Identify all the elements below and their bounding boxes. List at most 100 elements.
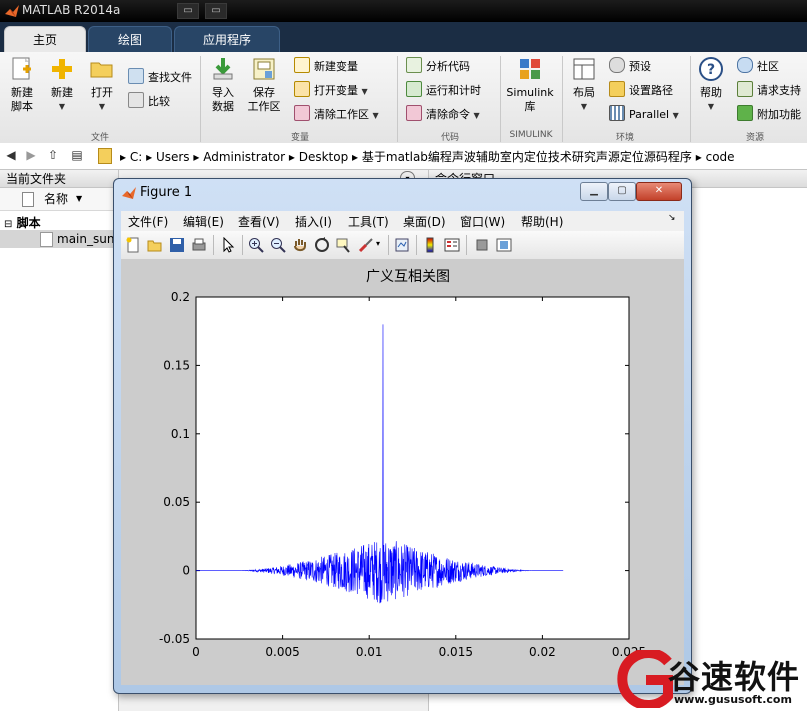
clear-workspace-icon	[294, 105, 310, 121]
new-button[interactable]: 新建 ▼	[44, 56, 80, 114]
group-label-code: 代码	[440, 133, 459, 143]
find-files-button[interactable]: 查找文件	[128, 68, 192, 86]
rotate-3d-icon[interactable]	[314, 237, 330, 253]
community-button[interactable]: 社区	[737, 57, 779, 75]
breadcrumb: ▸ C: ▸ Users ▸ Administrator ▸ Desktop ▸…	[120, 150, 735, 164]
new-figure-icon[interactable]	[125, 237, 141, 253]
open-button[interactable]: 打开 ▼	[84, 56, 120, 114]
zoom-in-icon[interactable]	[248, 237, 264, 253]
group-separator	[562, 56, 563, 142]
add-ons-button[interactable]: 附加功能	[737, 105, 801, 123]
close-button[interactable]: ✕	[636, 182, 682, 201]
menu-help[interactable]: 帮助(H)	[521, 213, 563, 230]
breadcrumb-segment[interactable]: C:	[130, 150, 142, 164]
plus-icon	[49, 56, 75, 82]
y-tick-label: 0.2	[171, 290, 190, 304]
request-support-button[interactable]: 请求支持	[737, 81, 801, 99]
layout-icon	[571, 56, 597, 82]
preferences-button[interactable]: 预设	[609, 57, 651, 75]
menu-window[interactable]: 窗口(W)	[460, 213, 505, 230]
y-tick-label: -0.05	[159, 632, 190, 646]
request-support-icon	[737, 81, 753, 97]
menu-file[interactable]: 文件(F)	[128, 213, 168, 230]
breadcrumb-segment[interactable]: Users	[156, 150, 190, 164]
run-and-time-icon	[406, 81, 422, 97]
zoom-out-icon[interactable]	[270, 237, 286, 253]
breadcrumb-segment[interactable]: 基于matlab编程声波辅助室内定位技术研究声源定位源码程序	[362, 150, 692, 164]
menu-view[interactable]: 查看(V)	[238, 213, 280, 230]
analyze-code-button[interactable]: 分析代码	[406, 57, 470, 75]
plot[interactable]: 广义互相关图 0 0.005 0.01 0.015 0.02 0.025-0.0500.0…	[121, 259, 684, 685]
run-and-time-button[interactable]: 运行和计时	[406, 81, 481, 99]
column-name[interactable]: 名称	[44, 188, 68, 210]
data-cursor-icon[interactable]	[336, 237, 352, 253]
pan-hand-icon[interactable]	[292, 237, 308, 253]
matlab-logo-icon	[122, 187, 136, 199]
x-tick-label: 0.005	[265, 645, 299, 659]
parallel-button[interactable]: Parallel ▼	[609, 105, 679, 123]
save-icon[interactable]	[169, 237, 185, 253]
menu-desktop[interactable]: 桌面(D)	[403, 213, 446, 230]
toolbar-separator	[466, 235, 467, 255]
brush-dropdown-icon[interactable]: ▾	[376, 239, 380, 248]
clear-commands-button[interactable]: 清除命令 ▼	[406, 105, 480, 123]
group-label-file: 文件	[90, 133, 109, 143]
window-icon[interactable]: ▭	[177, 3, 199, 19]
collapse-icon[interactable]: ⊟	[4, 219, 12, 230]
app-titlebar: MATLAB R2014a ▭ ▭	[0, 0, 807, 22]
clear-workspace-button[interactable]: 清除工作区 ▼	[294, 105, 379, 123]
compare-button[interactable]: 比较	[128, 92, 170, 110]
save-workspace-button[interactable]: 保存 工作区	[246, 56, 282, 114]
browse-folder-icon[interactable]: ▤	[70, 148, 84, 162]
back-arrow-icon[interactable]: ◀	[4, 148, 18, 162]
svg-text:?: ?	[707, 62, 715, 78]
tab-apps[interactable]: 应用程序	[174, 26, 280, 53]
menu-insert[interactable]: 插入(I)	[295, 213, 332, 230]
new-variable-button[interactable]: 新建变量	[294, 57, 358, 75]
up-folder-icon[interactable]: ⇧	[46, 148, 60, 162]
breadcrumb-segment[interactable]: code	[706, 150, 735, 164]
help-button[interactable]: ? 帮助 ▼	[693, 56, 729, 114]
dock-arrow-icon[interactable]: ↘	[668, 213, 676, 223]
x-tick-label: 0.02	[529, 645, 556, 659]
x-tick-label: 0.01	[356, 645, 383, 659]
y-tick-label: 0.15	[163, 358, 190, 372]
sort-icon[interactable]: ▼	[76, 188, 82, 210]
minimize-button[interactable]: ▁	[580, 182, 608, 201]
hide-plot-tools-icon[interactable]	[474, 237, 490, 253]
simulink-library-button[interactable]: Simulink 库	[504, 56, 556, 114]
plot-area[interactable]	[195, 296, 630, 640]
column-header[interactable]: 名称 ▼	[0, 188, 118, 211]
set-path-button[interactable]: 设置路径	[609, 81, 673, 99]
open-variable-button[interactable]: 打开变量 ▼	[294, 81, 368, 99]
layout-button[interactable]: 布局 ▼	[566, 56, 602, 114]
window-icon[interactable]: ▭	[205, 3, 227, 19]
maximize-button[interactable]: ▢	[608, 182, 636, 201]
show-plot-tools-icon[interactable]	[496, 237, 512, 253]
new-script-button[interactable]: 新建 脚本	[4, 56, 40, 114]
new-script-icon	[9, 56, 35, 82]
tab-plots[interactable]: 绘图	[88, 26, 172, 53]
menu-edit[interactable]: 编辑(E)	[183, 213, 224, 230]
group-separator	[200, 56, 201, 142]
import-data-button[interactable]: 导入 数据	[205, 56, 241, 114]
open-file-icon[interactable]	[147, 237, 163, 253]
menu-tools[interactable]: 工具(T)	[348, 213, 389, 230]
brush-icon[interactable]	[358, 237, 374, 253]
folder-group[interactable]: ⊟ 脚本	[4, 214, 41, 231]
compare-icon	[128, 92, 144, 108]
y-tick-label: 0.1	[171, 427, 190, 441]
forward-arrow-icon[interactable]: ▶	[24, 148, 38, 162]
group-label-environment: 环境	[615, 133, 634, 143]
pointer-icon[interactable]	[220, 237, 236, 253]
list-item[interactable]: main_sun.m	[0, 230, 130, 248]
current-folder-panel: 当前文件夹 名称 ▼ ⊟ 脚本 main_sun.m	[0, 170, 130, 711]
breadcrumb-segment[interactable]: Administrator	[203, 150, 285, 164]
breadcrumb-segment[interactable]: Desktop	[299, 150, 349, 164]
colorbar-icon[interactable]	[422, 237, 438, 253]
link-plot-icon[interactable]	[394, 237, 410, 253]
print-icon[interactable]	[191, 237, 207, 253]
toolbar-separator	[388, 235, 389, 255]
tab-home[interactable]: 主页	[4, 26, 86, 53]
legend-icon[interactable]	[444, 237, 460, 253]
